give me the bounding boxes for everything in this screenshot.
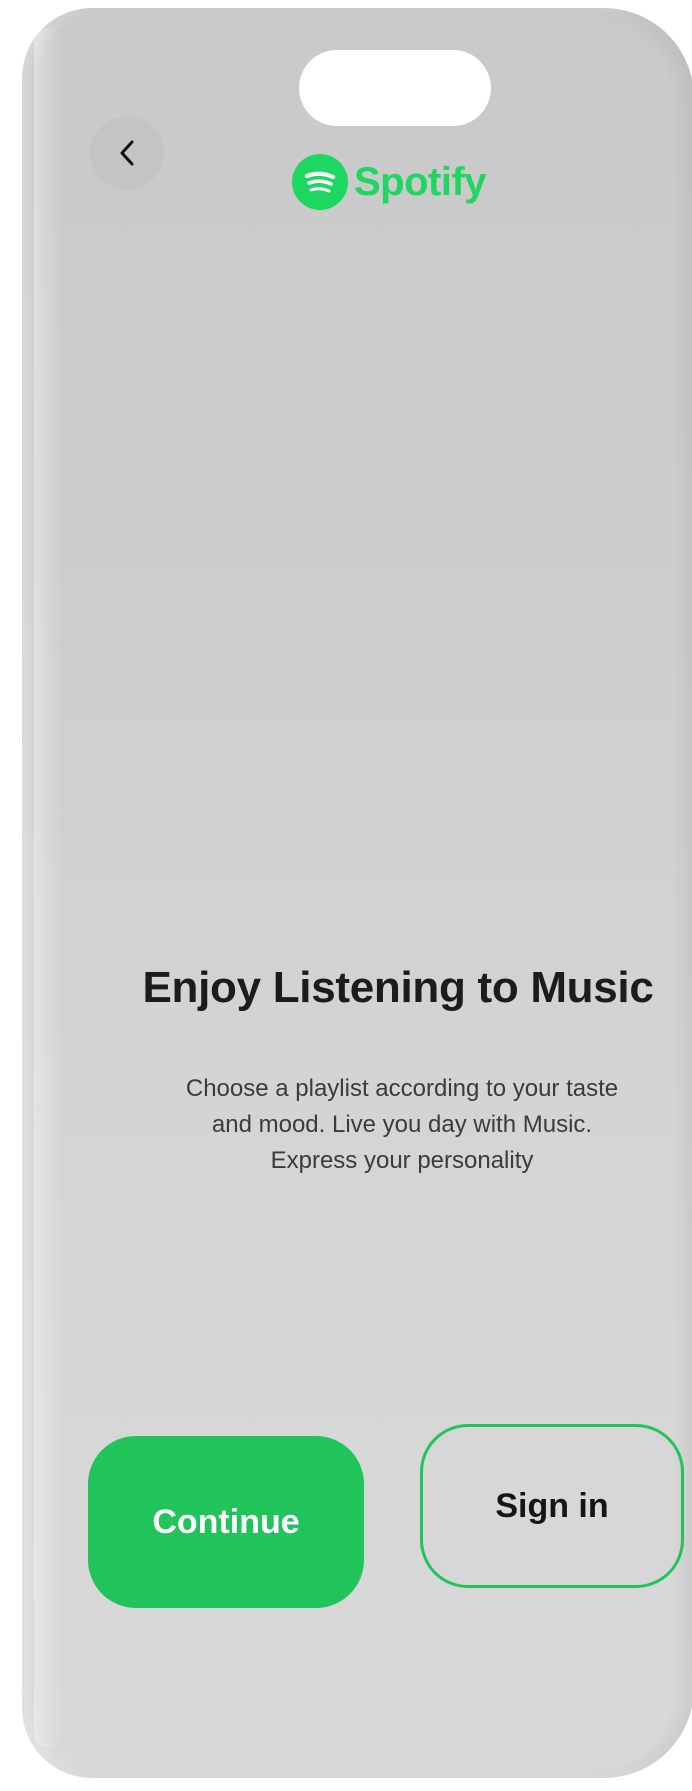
continue-button[interactable]: Continue <box>88 1436 364 1608</box>
description-line: and mood. Live you day with Music. <box>211 1111 593 1138</box>
spotify-logo: Spotify <box>292 154 487 210</box>
sign-in-button[interactable]: Sign in <box>420 1424 684 1588</box>
logo-text: Spotify <box>354 159 487 204</box>
phone-edge-highlight <box>34 28 62 1748</box>
app-stage: Spotify Enjoy Listening to Music Choose … <box>0 0 692 1791</box>
dynamic-island <box>299 50 491 126</box>
description-line: Choose a playlist according to your tast… <box>185 1075 619 1102</box>
back-button[interactable] <box>90 116 164 190</box>
spotify-logo-icon <box>292 154 348 210</box>
description: Choose a playlist according to your tast… <box>102 1071 692 1179</box>
phone-screen: Spotify Enjoy Listening to Music Choose … <box>22 8 692 1778</box>
page-title: Enjoy Listening to Music <box>142 963 654 1012</box>
description-line: Express your personality <box>270 1147 534 1174</box>
chevron-left-icon <box>116 138 138 168</box>
